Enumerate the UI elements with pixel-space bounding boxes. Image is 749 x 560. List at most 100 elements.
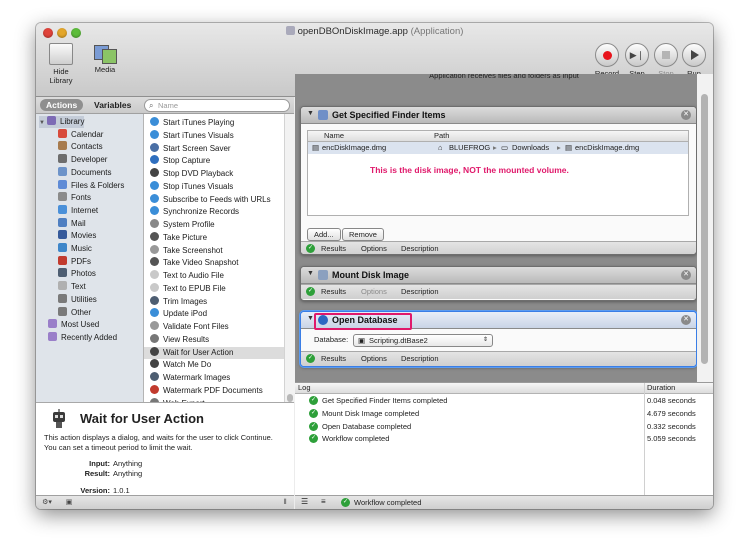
action-item[interactable]: Stop DVD Playback <box>144 168 284 180</box>
library-item[interactable]: Most Used <box>48 319 99 331</box>
stop-button[interactable]: Stop <box>653 43 679 78</box>
action-item[interactable]: Watch Me Do <box>144 359 284 371</box>
step-button[interactable]: ▶❘ Step <box>624 43 650 78</box>
action-item[interactable]: Text to EPUB File <box>144 282 284 295</box>
action-item[interactable]: Update iPod <box>144 308 284 320</box>
action-icon <box>150 321 159 330</box>
library-item[interactable]: ▼ Library <box>39 116 85 129</box>
duration-column-header[interactable]: Duration <box>647 383 675 393</box>
library-item[interactable]: Music <box>58 243 92 255</box>
action-item[interactable]: Take Picture <box>144 231 284 244</box>
library-item[interactable]: Recently Added <box>48 331 117 344</box>
table-row[interactable]: ▤ encDiskImage.dmg ⌂ BLUEFROG ▸ ▭ Downlo… <box>308 142 688 154</box>
log-row[interactable]: ✓ Open Database completed 0.332 seconds <box>295 421 713 433</box>
disclosure-icon[interactable]: ▼ <box>307 270 314 277</box>
log-row[interactable]: ✓ Mount Disk Image completed 4.679 seconds <box>295 408 713 420</box>
action-item[interactable]: Take Video Snapshot <box>144 257 284 269</box>
results-button[interactable]: Results <box>321 244 346 253</box>
disclosure-icon[interactable]: ▼ <box>307 110 314 117</box>
tab-actions[interactable]: Actions <box>40 99 84 111</box>
description-title: Wait for User Action <box>80 411 204 426</box>
action-item[interactable]: Watermark PDF Documents <box>144 384 284 397</box>
hide-library-button[interactable]: Hide Library <box>44 43 78 85</box>
media-button[interactable]: Media <box>92 43 118 74</box>
log-row[interactable]: ✓ Get Specified Finder Items completed 0.0… <box>295 395 713 407</box>
gear-icon[interactable]: ⚙▾ <box>40 498 54 508</box>
action-icon <box>150 231 159 241</box>
close-icon[interactable]: ✕ <box>681 110 691 120</box>
results-button[interactable]: Results <box>321 287 346 296</box>
record-icon <box>595 43 619 67</box>
search-icon: ⌕ <box>149 101 154 110</box>
category-icon <box>58 243 67 252</box>
action-item[interactable]: Text to Audio File <box>144 270 284 282</box>
disk-image-icon <box>318 270 328 280</box>
options-button[interactable]: Options <box>361 287 387 296</box>
run-icon <box>682 43 706 67</box>
options-button[interactable]: Options <box>361 354 387 363</box>
workflow-area: Application receives files and folders a… <box>295 74 713 382</box>
file-icon: ▤ <box>312 143 320 152</box>
action-item[interactable]: Stop Capture <box>144 155 284 167</box>
action-item[interactable]: Watermark Images <box>144 372 284 384</box>
results-button[interactable]: Results <box>321 354 346 363</box>
action-item[interactable]: View Results <box>144 333 284 346</box>
library-item[interactable]: Documents <box>58 166 111 179</box>
description-button[interactable]: Description <box>401 354 439 363</box>
library-item[interactable]: Movies <box>58 230 96 242</box>
action-item[interactable]: Stop iTunes Visuals <box>144 180 284 193</box>
library-item[interactable]: Developer <box>58 154 107 166</box>
close-icon[interactable]: ✕ <box>681 270 691 280</box>
finder-items-table[interactable]: Name Path ▤ encDiskImage.dmg ⌂ BLUEFROG … <box>307 130 689 216</box>
stop-icon <box>654 43 678 67</box>
log-view-icon[interactable]: ≡ <box>321 497 326 506</box>
library-item[interactable]: Fonts <box>58 192 91 204</box>
library-item[interactable]: Other <box>58 306 91 319</box>
action-card-mount-disk-image[interactable]: ▼ Mount Disk Image ✕ ✓ Results Options D… <box>300 266 697 301</box>
action-item[interactable]: Trim Images <box>144 295 284 308</box>
action-item[interactable]: Start iTunes Visuals <box>144 129 284 142</box>
record-button[interactable]: Record <box>594 43 620 78</box>
description-button[interactable]: Description <box>401 287 439 296</box>
resize-grip-icon[interactable]: ⦀ <box>278 498 292 508</box>
checkmark-icon: ✓ <box>306 354 315 363</box>
close-icon[interactable]: ✕ <box>681 315 691 325</box>
description-toggle-icon[interactable]: ▣ <box>62 498 76 508</box>
list-view-icon[interactable]: ☰ <box>301 497 308 506</box>
action-list-scrollbar[interactable] <box>284 114 295 402</box>
action-card-get-specified-finder-items[interactable]: ▼ Get Specified Finder Items ✕ Name Path… <box>300 106 697 255</box>
add-button[interactable]: Add... <box>307 228 341 241</box>
search-input[interactable]: ⌕ Name <box>144 99 290 112</box>
library-item[interactable]: Utilities <box>58 293 97 306</box>
disclosure-icon[interactable]: ▼ <box>307 315 314 322</box>
action-item[interactable]: Start iTunes Playing <box>144 117 284 129</box>
description-button[interactable]: Description <box>401 244 439 253</box>
log-column-header[interactable]: Log <box>298 383 311 393</box>
remove-button[interactable]: Remove <box>342 228 384 241</box>
status-text: Workflow completed <box>354 498 422 507</box>
workflow-scrollbar[interactable] <box>697 74 713 382</box>
library-item[interactable]: Contacts <box>58 141 103 153</box>
disclosure-icon[interactable]: ▼ <box>39 117 47 129</box>
database-select[interactable]: ▣ Scripting.dtBase2 ⇕ <box>353 334 493 347</box>
action-item[interactable]: Subscribe to Feeds with URLs <box>144 193 284 206</box>
action-item[interactable]: Wait for User Action <box>144 346 284 359</box>
library-item[interactable]: PDFs <box>58 255 91 268</box>
action-item[interactable]: Start Screen Saver <box>144 142 284 155</box>
card-footer: ✓ Results Options Description <box>301 351 696 366</box>
library-item[interactable]: Text <box>58 281 86 293</box>
action-item[interactable]: Take Screenshot <box>144 244 284 257</box>
action-item[interactable]: Synchronize Records <box>144 206 284 218</box>
action-item[interactable]: System Profile <box>144 219 284 231</box>
action-item[interactable]: Validate Font Files <box>144 321 284 333</box>
tab-variables[interactable]: Variables <box>88 99 137 111</box>
run-button[interactable]: Run <box>681 43 707 78</box>
library-item[interactable]: Internet <box>58 204 98 217</box>
library-item[interactable]: Files & Folders <box>58 179 124 192</box>
options-button[interactable]: Options <box>361 244 387 253</box>
log-row[interactable]: ✓ Workflow completed 5.059 seconds <box>295 433 713 445</box>
library-item[interactable]: Photos <box>58 268 96 280</box>
library-item[interactable]: Calendar <box>58 128 103 141</box>
action-card-open-database[interactable]: ▼ Open Database ✕ Database: ▣ Scripting.… <box>300 311 697 367</box>
library-item[interactable]: Mail <box>58 217 86 230</box>
